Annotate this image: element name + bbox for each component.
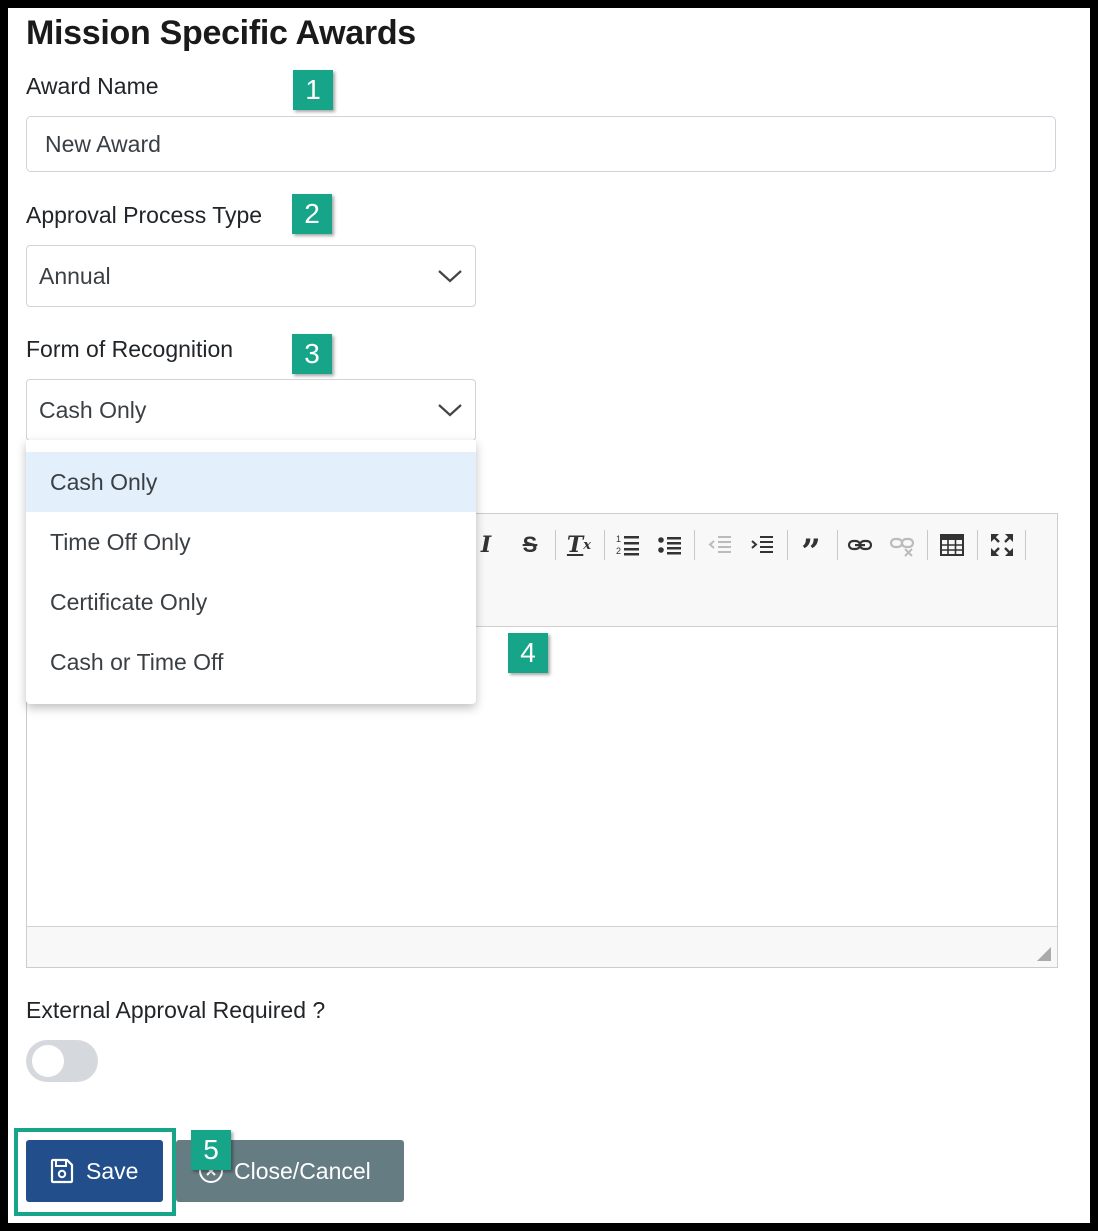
option-cash-or-time-off[interactable]: Cash or Time Off: [26, 632, 476, 692]
toolbar-separator: [694, 530, 695, 560]
callout-3: 3: [292, 334, 332, 374]
toolbar-separator: [1025, 530, 1026, 560]
form-of-recognition-select[interactable]: Cash Only: [26, 379, 476, 441]
toolbar-separator: [555, 530, 556, 560]
numbered-list-icon[interactable]: 12: [615, 530, 641, 560]
option-time-off-only[interactable]: Time Off Only: [26, 512, 476, 572]
approval-process-type-label: Approval Process Type: [26, 202, 263, 228]
save-label: Save: [86, 1157, 139, 1184]
decrease-indent-icon[interactable]: [707, 530, 733, 560]
resize-handle-icon[interactable]: [1037, 947, 1051, 961]
blockquote-icon[interactable]: ”: [797, 530, 825, 572]
external-approval-label: External Approval Required ?: [26, 997, 326, 1023]
svg-text:2: 2: [616, 546, 621, 556]
award-name-value: New Award: [45, 130, 161, 157]
increase-indent-icon[interactable]: [749, 530, 775, 560]
form-of-recognition-value: Cash Only: [39, 396, 147, 423]
toolbar-separator: [977, 530, 978, 560]
callout-1: 1: [293, 70, 333, 110]
toggle-knob: [32, 1045, 64, 1077]
toolbar-separator: [927, 530, 928, 560]
table-icon[interactable]: [939, 530, 965, 560]
bulleted-list-icon[interactable]: [657, 530, 683, 560]
option-cash-only[interactable]: Cash Only: [26, 452, 476, 512]
award-name-label: Award Name: [26, 73, 159, 99]
option-certificate-only[interactable]: Certificate Only: [26, 572, 476, 632]
remove-format-icon[interactable]: Tx: [565, 530, 593, 560]
recognition-options-dropdown: Cash Only Time Off Only Certificate Only…: [26, 440, 476, 704]
save-button[interactable]: Save: [26, 1140, 163, 1202]
toolbar-separator: [604, 530, 605, 560]
form-of-recognition-label: Form of Recognition: [26, 336, 234, 362]
chevron-down-icon: [438, 270, 462, 283]
maximize-icon[interactable]: [989, 530, 1015, 560]
approval-process-type-select[interactable]: Annual: [26, 245, 476, 307]
svg-text:1: 1: [616, 534, 621, 544]
chevron-down-icon: [438, 404, 462, 417]
external-approval-toggle[interactable]: [26, 1040, 98, 1082]
save-icon: [50, 1158, 74, 1184]
link-icon[interactable]: [847, 530, 873, 560]
strikethrough-icon[interactable]: S: [517, 530, 543, 560]
toolbar-separator: [787, 530, 788, 560]
callout-4: 4: [508, 633, 548, 673]
toolbar-separator: [837, 530, 838, 560]
close-cancel-label: Close/Cancel: [234, 1157, 371, 1184]
callout-5: 5: [191, 1130, 231, 1170]
editor-status-bar: [27, 926, 1057, 967]
page-title: Mission Specific Awards: [26, 14, 416, 52]
approval-process-type-value: Annual: [39, 262, 111, 289]
unlink-icon[interactable]: [889, 530, 915, 560]
callout-2: 2: [292, 194, 332, 234]
italic-icon[interactable]: I: [475, 530, 497, 560]
award-name-input[interactable]: New Award: [26, 116, 1056, 172]
